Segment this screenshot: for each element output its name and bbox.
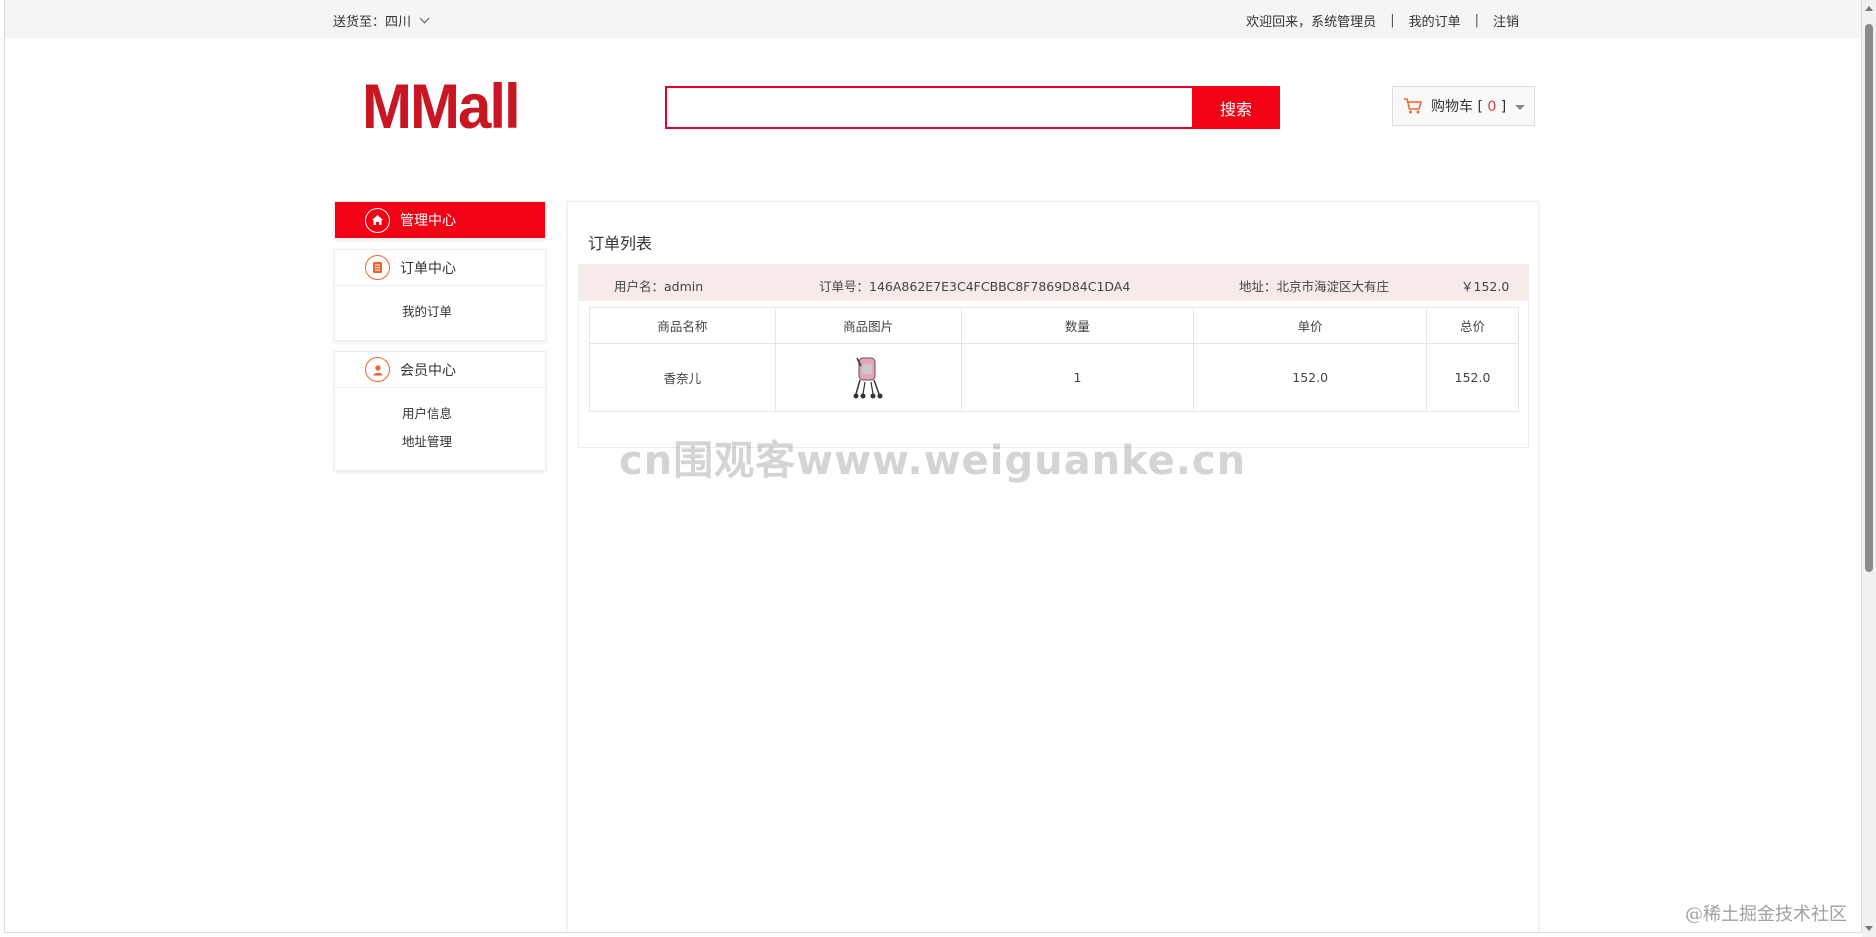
order-address: 地址：北京市海淀区大有庄	[1239, 279, 1390, 294]
sidebar-order-block: 订单中心 我的订单	[334, 249, 546, 341]
member-center-items: 用户信息 地址管理	[335, 388, 545, 470]
sidebar-item-label: 会员中心	[400, 362, 456, 379]
cart-label-close: ]	[1500, 99, 1507, 115]
order-items-table: 商品名称 商品图片 数量 单价 总价 香奈儿 1 152.0 152.0	[589, 307, 1519, 412]
top-bar: 送货至：四川 欢迎回来，系统管理员 | 我的订单 | 注销	[5, 0, 1861, 38]
cart-label-text: 购物车 [	[1431, 99, 1483, 115]
sidebar-item-my-orders[interactable]: 我的订单	[335, 298, 545, 326]
ship-to-label: 送货至：四川	[333, 15, 412, 30]
scrollbar-thumb[interactable]	[1865, 24, 1873, 572]
sidebar-item-member-center[interactable]: 会员中心	[335, 352, 545, 388]
search-input[interactable]	[665, 86, 1192, 129]
sidebar-item-user-info[interactable]: 用户信息	[335, 400, 545, 428]
cart-count: 0	[1487, 99, 1497, 115]
column-header-name: 商品名称	[589, 307, 776, 344]
sidebar-admin-block: 管理中心	[334, 201, 546, 239]
corner-watermark: @稀土掘金技术社区	[1685, 904, 1847, 925]
separator: |	[1474, 13, 1479, 28]
column-header-unit-price: 单价	[1193, 307, 1428, 344]
sidebar-member-block: 会员中心 用户信息 地址管理	[334, 351, 546, 471]
site-logo[interactable]: MMall	[362, 70, 521, 142]
stroller-image[interactable]	[851, 356, 885, 400]
sidebar: 管理中心 订单中心 我的订单 会员中心 用户信息 地址管理	[334, 201, 546, 481]
cell-unit-price: 152.0	[1193, 343, 1428, 412]
order-number: 订单号：146A862E7E3C4FCBBC8F7869D84C1DA4	[819, 279, 1131, 294]
user-icon	[365, 357, 390, 382]
welcome-text: 欢迎回来，系统管理员	[1246, 15, 1377, 30]
cart-icon	[1404, 98, 1422, 114]
cell-product-name: 香奈儿	[589, 343, 776, 412]
home-icon	[365, 207, 390, 233]
caret-down-icon	[1515, 105, 1525, 110]
page-title: 订单列表	[588, 234, 653, 253]
sidebar-item-address-management[interactable]: 地址管理	[335, 428, 545, 456]
order-username: 用户名：admin	[614, 279, 704, 294]
my-orders-link[interactable]: 我的订单	[1409, 11, 1461, 30]
cell-total: 152.0	[1426, 343, 1519, 412]
browser-viewport: 送货至：四川 欢迎回来，系统管理员 | 我的订单 | 注销 MMall 搜索 购…	[4, 0, 1862, 933]
separator: |	[1390, 13, 1395, 28]
cart-label: 购物车 [ 0 ]	[1431, 96, 1506, 116]
order-card: 用户名：admin 订单号：146A862E7E3C4FCBBC8F7869D8…	[578, 264, 1529, 448]
search-bar: 搜索	[665, 86, 1280, 129]
order-center-items: 我的订单	[335, 286, 545, 340]
column-header-total: 总价	[1426, 307, 1519, 344]
sidebar-item-label: 管理中心	[400, 213, 456, 229]
column-header-quantity: 数量	[960, 307, 1195, 344]
cell-product-image	[774, 343, 962, 412]
cart-button[interactable]: 购物车 [ 0 ]	[1392, 86, 1535, 126]
sidebar-item-order-center[interactable]: 订单中心	[335, 250, 545, 286]
vertical-scrollbar[interactable]	[1862, 0, 1876, 937]
document-icon	[365, 255, 390, 280]
chevron-down-icon	[419, 13, 430, 24]
order-header: 用户名：admin 订单号：146A862E7E3C4FCBBC8F7869D8…	[579, 265, 1528, 301]
top-bar-links: 欢迎回来，系统管理员 | 我的订单 | 注销	[1246, 11, 1519, 30]
main-content: 订单列表 用户名：admin 订单号：146A862E7E3C4FCBBC8F7…	[567, 201, 1539, 932]
column-header-image: 商品图片	[774, 307, 962, 344]
order-total: ￥152.0	[1461, 279, 1510, 294]
sidebar-item-label: 订单中心	[400, 260, 456, 277]
cell-quantity: 1	[960, 343, 1195, 412]
scroll-up-icon[interactable]	[1865, 6, 1873, 11]
scroll-down-icon[interactable]	[1865, 926, 1873, 931]
table-row: 香奈儿 1 152.0 152.0	[589, 343, 1519, 412]
sidebar-item-admin-center[interactable]: 管理中心	[335, 202, 545, 238]
table-header-row: 商品名称 商品图片 数量 单价 总价	[589, 307, 1519, 344]
search-button[interactable]: 搜索	[1192, 86, 1280, 129]
ship-to-selector[interactable]: 送货至：四川	[333, 11, 430, 30]
logout-link[interactable]: 注销	[1493, 11, 1519, 30]
